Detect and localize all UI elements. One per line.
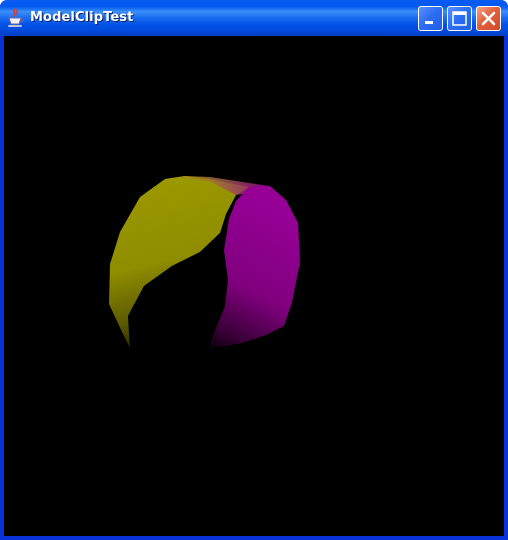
maximize-icon	[452, 11, 467, 26]
canvas-3d-area[interactable]	[4, 36, 504, 536]
title-bar[interactable]: ModelClipTest	[0, 0, 508, 36]
maximize-button[interactable]	[447, 6, 472, 31]
scene-canvas[interactable]	[4, 36, 504, 536]
java-cup-icon[interactable]	[6, 8, 24, 28]
minimize-icon	[425, 21, 433, 24]
close-button[interactable]	[476, 6, 501, 31]
minimize-button[interactable]	[418, 6, 443, 31]
app-window: ModelClipTest	[0, 0, 508, 540]
close-icon	[481, 11, 496, 26]
window-title: ModelClipTest	[30, 10, 134, 25]
